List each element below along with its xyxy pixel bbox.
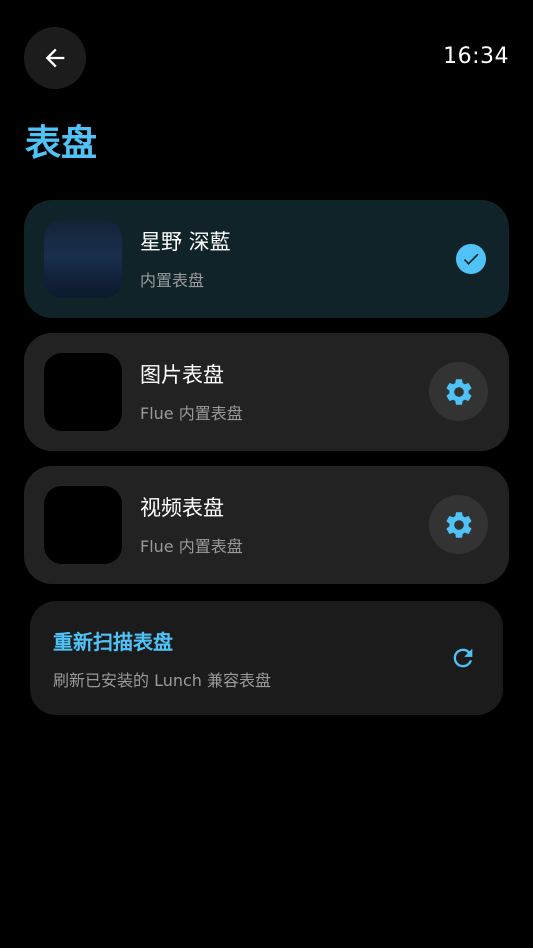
gear-icon	[446, 511, 471, 538]
watchface-card-starry[interactable]: 星野 深藍 内置表盘	[24, 200, 509, 318]
watchface-card-image[interactable]: 图片表盘 Flue 内置表盘	[24, 333, 509, 451]
watchface-name: 视频表盘	[140, 496, 224, 520]
rescan-title: 重新扫描表盘	[53, 630, 173, 654]
watchface-thumbnail	[44, 353, 122, 431]
check-icon	[456, 244, 486, 274]
settings-button[interactable]	[429, 495, 488, 554]
rescan-watchfaces-button[interactable]: 重新扫描表盘 刷新已安装的 Lunch 兼容表盘	[30, 601, 503, 715]
rescan-subtitle: 刷新已安装的 Lunch 兼容表盘	[53, 671, 272, 690]
watchface-name: 星野 深藍	[140, 230, 231, 254]
refresh-icon	[453, 648, 473, 668]
watchface-subtitle: Flue 内置表盘	[140, 537, 243, 556]
page-title: 表盘	[25, 123, 98, 164]
watchface-name: 图片表盘	[140, 363, 224, 387]
watchface-thumbnail	[44, 486, 122, 564]
watchface-subtitle: 内置表盘	[140, 271, 205, 290]
watchface-card-video[interactable]: 视频表盘 Flue 内置表盘	[24, 466, 509, 584]
watchface-thumbnail	[44, 220, 122, 298]
arrow-left-icon	[45, 48, 65, 68]
back-button[interactable]	[24, 27, 86, 89]
status-clock: 16:34	[443, 44, 509, 69]
gear-icon	[446, 378, 471, 405]
settings-button[interactable]	[429, 362, 488, 421]
watchface-subtitle: Flue 内置表盘	[140, 404, 243, 423]
